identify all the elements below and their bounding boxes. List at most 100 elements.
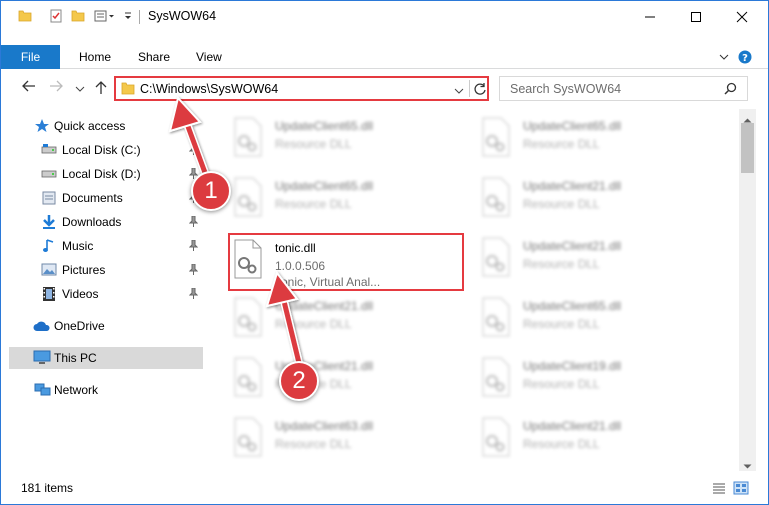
sidebar-item-this-pc[interactable]: This PC (9, 347, 203, 369)
large-icons-view-icon[interactable] (733, 481, 749, 495)
file-item[interactable]: UpdateClient21.dll Resource DLL (459, 411, 699, 467)
scroll-thumb[interactable] (741, 123, 754, 173)
close-icon (736, 11, 748, 23)
details-view-icon[interactable] (711, 481, 727, 495)
file-name: UpdateClient21.dll (523, 179, 622, 193)
sidebar-item-label: Quick access (54, 119, 126, 133)
up-button[interactable] (94, 79, 108, 98)
forward-arrow-icon (50, 80, 63, 92)
dll-file-icon (234, 417, 262, 457)
help-icon[interactable]: ? (738, 50, 752, 67)
tab-home[interactable]: Home (79, 45, 111, 69)
dll-file-icon (234, 177, 262, 217)
file-type: Resource DLL (275, 317, 352, 331)
search-placeholder[interactable]: Search SysWOW64 (510, 82, 621, 96)
sidebar-item-label: Downloads (62, 215, 122, 229)
file-type: Resource DLL (523, 137, 600, 151)
minimize-icon (645, 16, 655, 18)
customize-toolbar-icon[interactable] (123, 9, 133, 26)
tab-share[interactable]: Share (138, 45, 170, 69)
item-count: 181 items (21, 481, 74, 495)
download-icon (41, 214, 57, 233)
sidebar-item-pictures[interactable]: Pictures (9, 259, 203, 281)
view-options-icon[interactable] (94, 9, 116, 26)
refresh-button[interactable] (473, 82, 487, 99)
address-dropdown-button[interactable] (454, 84, 464, 98)
file-item[interactable]: UpdateClient65.dll Resource DLL (211, 111, 451, 167)
pin-icon[interactable] (188, 263, 199, 278)
back-button[interactable] (21, 79, 37, 96)
sidebar-item-label: Documents (62, 191, 123, 205)
file-name: UpdateClient21.dll (275, 299, 374, 313)
dll-file-icon (482, 357, 510, 397)
explorer-window: SysWOW64 File Home Share View ? C:\Windo… (0, 0, 769, 505)
sidebar-item-music[interactable]: Music (9, 235, 203, 257)
file-item[interactable]: UpdateClient65.dll Resource DLL (459, 291, 699, 347)
sidebar-item-local-disk-d[interactable]: Local Disk (D:) (9, 163, 203, 185)
maximize-button[interactable] (673, 1, 719, 31)
file-type: Resource DLL (523, 257, 600, 271)
forward-button[interactable] (48, 79, 64, 96)
file-item[interactable]: UpdateClient63.dll Resource DLL (211, 411, 451, 467)
videos-icon (41, 286, 57, 305)
tab-file[interactable]: File (1, 45, 60, 69)
sidebar-item-network[interactable]: Network (9, 379, 203, 401)
vertical-scrollbar[interactable] (739, 109, 756, 471)
sidebar-item-videos[interactable]: Videos (9, 283, 203, 305)
svg-text:?: ? (742, 53, 748, 64)
file-name: UpdateClient21.dll (523, 419, 622, 433)
properties-icon[interactable] (49, 9, 63, 26)
file-item[interactable]: UpdateClient65.dll Resource DLL (211, 171, 451, 227)
step-2-badge: 2 (279, 361, 319, 401)
file-item[interactable]: UpdateClient65.dll Resource DLL (459, 111, 699, 167)
dll-file-icon (482, 297, 510, 337)
minimize-button[interactable] (627, 1, 673, 31)
window-title: SysWOW64 (148, 9, 217, 23)
file-item[interactable]: UpdateClient21.dll Resource DLL (459, 171, 699, 227)
title-separator (139, 10, 140, 24)
pin-icon[interactable] (188, 215, 199, 230)
navigation-pane: Quick access Local Disk (C:) Local Disk … (9, 111, 203, 471)
file-item[interactable]: UpdateClient21.dll Resource DLL (211, 351, 451, 407)
sidebar-item-label: Local Disk (D:) (62, 167, 141, 181)
dll-file-icon (482, 417, 510, 457)
expand-ribbon-icon[interactable] (719, 51, 729, 65)
file-item[interactable]: UpdateClient21.dll Resource DLL (211, 291, 451, 347)
pin-icon[interactable] (188, 143, 199, 158)
tab-view[interactable]: View (196, 45, 222, 69)
dll-file-icon (482, 237, 510, 277)
sidebar-item-label: Music (62, 239, 94, 253)
sidebar-item-documents[interactable]: Documents (9, 187, 203, 209)
search-icon[interactable] (724, 82, 737, 98)
search-input[interactable]: Search SysWOW64 (499, 76, 748, 101)
ribbon-tabs: File Home Share View ? (1, 45, 768, 69)
address-path[interactable]: C:\Windows\SysWOW64 (140, 82, 278, 96)
file-type: Resource DLL (275, 137, 352, 151)
dll-file-icon (234, 117, 262, 157)
folder-icon[interactable] (18, 9, 32, 26)
file-type: Resource DLL (523, 377, 600, 391)
scroll-down-icon[interactable] (743, 459, 752, 473)
address-bar[interactable]: C:\Windows\SysWOW64 (114, 76, 489, 101)
dll-file-icon (234, 357, 262, 397)
music-icon (41, 238, 57, 257)
pin-icon[interactable] (188, 287, 199, 302)
refresh-icon (474, 83, 486, 95)
sidebar-item-downloads[interactable]: Downloads (9, 211, 203, 233)
network-icon (33, 382, 51, 401)
file-name: UpdateClient65.dll (275, 119, 374, 133)
documents-icon (41, 190, 57, 209)
recent-locations-button[interactable] (75, 82, 85, 96)
pin-icon[interactable] (188, 239, 199, 254)
file-name: UpdateClient65.dll (275, 179, 374, 193)
dll-file-icon (234, 297, 262, 337)
back-arrow-icon (22, 80, 35, 92)
file-item[interactable]: UpdateClient21.dll Resource DLL (459, 231, 699, 287)
sidebar-item-onedrive[interactable]: OneDrive (9, 315, 203, 337)
sidebar-item-local-disk-c[interactable]: Local Disk (C:) (9, 139, 203, 161)
sidebar-item-quick-access[interactable]: Quick access (9, 115, 203, 137)
new-folder-icon[interactable] (71, 9, 85, 26)
close-button[interactable] (719, 1, 765, 31)
dll-file-icon (482, 177, 510, 217)
file-item[interactable]: UpdateClient19.dll Resource DLL (459, 351, 699, 407)
